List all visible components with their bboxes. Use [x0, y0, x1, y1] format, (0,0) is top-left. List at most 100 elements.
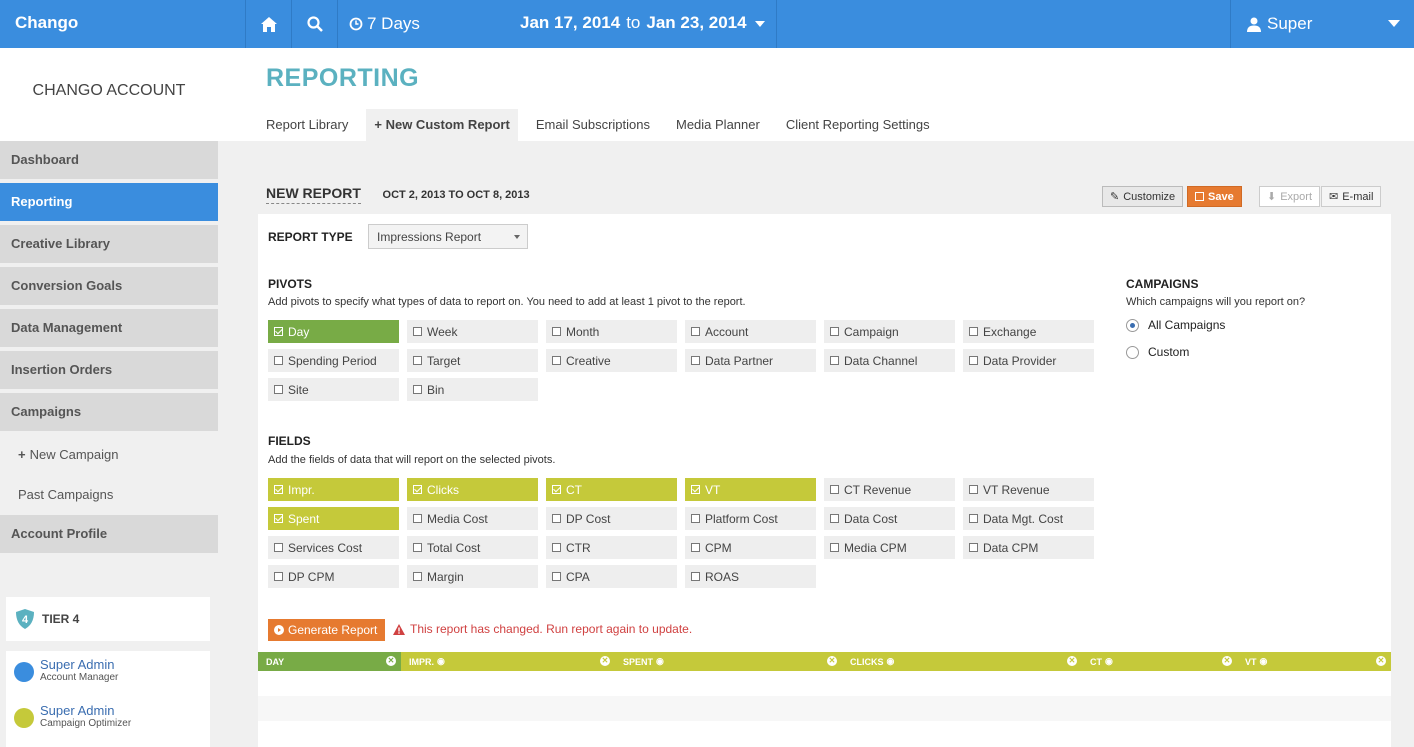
- radio-button[interactable]: [1126, 318, 1139, 332]
- sidebar-item-insertion-orders[interactable]: Insertion Orders: [0, 351, 218, 391]
- checkbox-icon[interactable]: [969, 356, 978, 365]
- checkbox-icon[interactable]: [274, 356, 283, 365]
- field-margin[interactable]: Margin: [407, 565, 538, 588]
- checkbox-icon[interactable]: [830, 327, 839, 336]
- date-range[interactable]: Jan 17, 2014 to Jan 23, 2014: [520, 13, 766, 33]
- remove-column-icon[interactable]: ✕: [386, 656, 396, 666]
- checkbox-icon[interactable]: [691, 514, 700, 523]
- checkbox-icon[interactable]: [552, 485, 561, 494]
- field-vt-revenue[interactable]: VT Revenue: [963, 478, 1094, 501]
- pivot-data-channel[interactable]: Data Channel: [824, 349, 955, 372]
- checkbox-icon[interactable]: [413, 543, 422, 552]
- pivot-week[interactable]: Week: [407, 320, 538, 343]
- brand-logo[interactable]: Chango: [15, 13, 78, 33]
- column-header-clicks[interactable]: CLICKS ◉ ✕: [842, 652, 1082, 671]
- field-media-cost[interactable]: Media Cost: [407, 507, 538, 530]
- field-data-cpm[interactable]: Data CPM: [963, 536, 1094, 559]
- field-ct-revenue[interactable]: CT Revenue: [824, 478, 955, 501]
- pivot-data-partner[interactable]: Data Partner: [685, 349, 816, 372]
- column-header-impr[interactable]: IMPR. ◉ ✕: [401, 652, 615, 671]
- checkbox-icon[interactable]: [969, 543, 978, 552]
- field-services-cost[interactable]: Services Cost: [268, 536, 399, 559]
- pivot-account[interactable]: Account: [685, 320, 816, 343]
- sidebar-item-past-campaigns[interactable]: Past Campaigns: [0, 475, 218, 515]
- checkbox-icon[interactable]: [552, 356, 561, 365]
- checkbox-icon[interactable]: [274, 327, 283, 336]
- pivot-site[interactable]: Site: [268, 378, 399, 401]
- sidebar-item-dashboard[interactable]: Dashboard: [0, 141, 218, 181]
- field-cpa[interactable]: CPA: [546, 565, 677, 588]
- export-button[interactable]: ⬇ Export: [1259, 186, 1321, 207]
- field-clicks[interactable]: Clicks: [407, 478, 538, 501]
- radio-custom[interactable]: Custom: [1126, 345, 1189, 359]
- column-header-vt[interactable]: VT ◉ ✕: [1237, 652, 1391, 671]
- search-button[interactable]: [291, 0, 337, 48]
- field-data-cost[interactable]: Data Cost: [824, 507, 955, 530]
- checkbox-icon[interactable]: [413, 485, 422, 494]
- checkbox-icon[interactable]: [274, 572, 283, 581]
- tab-client-reporting-settings[interactable]: Client Reporting Settings: [778, 109, 938, 141]
- remove-column-icon[interactable]: ✕: [1222, 656, 1232, 666]
- checkbox-icon[interactable]: [274, 543, 283, 552]
- field-impr[interactable]: Impr.: [268, 478, 399, 501]
- field-cpm[interactable]: CPM: [685, 536, 816, 559]
- checkbox-icon[interactable]: [552, 327, 561, 336]
- column-header-spent[interactable]: SPENT ◉ ✕: [615, 652, 842, 671]
- checkbox-icon[interactable]: [552, 514, 561, 523]
- sidebar-item-creative-library[interactable]: Creative Library: [0, 225, 218, 265]
- checkbox-icon[interactable]: [691, 485, 700, 494]
- checkbox-icon[interactable]: [413, 514, 422, 523]
- column-header-ct[interactable]: CT ◉ ✕: [1082, 652, 1237, 671]
- field-spent[interactable]: Spent: [268, 507, 399, 530]
- sidebar-item-new-campaign[interactable]: + New Campaign: [0, 435, 218, 475]
- tab-email-subscriptions[interactable]: Email Subscriptions: [528, 109, 658, 141]
- field-media-cpm[interactable]: Media CPM: [824, 536, 955, 559]
- report-type-select[interactable]: Impressions Report: [368, 224, 528, 249]
- pivot-campaign[interactable]: Campaign: [824, 320, 955, 343]
- sidebar-item-campaigns[interactable]: Campaigns: [0, 393, 218, 433]
- radio-button[interactable]: [1126, 345, 1139, 359]
- sidebar-item-account-profile[interactable]: Account Profile: [0, 515, 218, 555]
- generate-report-button[interactable]: Generate Report: [268, 619, 385, 641]
- pivot-target[interactable]: Target: [407, 349, 538, 372]
- checkbox-icon[interactable]: [552, 572, 561, 581]
- checkbox-icon[interactable]: [830, 485, 839, 494]
- email-button[interactable]: ✉ E-mail: [1321, 186, 1382, 207]
- pivot-exchange[interactable]: Exchange: [963, 320, 1094, 343]
- field-ctr[interactable]: CTR: [546, 536, 677, 559]
- remove-column-icon[interactable]: ✕: [1376, 656, 1386, 666]
- checkbox-icon[interactable]: [969, 514, 978, 523]
- checkbox-icon[interactable]: [413, 385, 422, 394]
- checkbox-icon[interactable]: [830, 543, 839, 552]
- pivot-day[interactable]: Day: [268, 320, 399, 343]
- sidebar-item-reporting[interactable]: Reporting: [0, 183, 218, 223]
- account-manager-card[interactable]: Super Admin Account Manager: [6, 651, 210, 697]
- tab-report-library[interactable]: Report Library: [258, 109, 356, 141]
- field-roas[interactable]: ROAS: [685, 565, 816, 588]
- checkbox-icon[interactable]: [691, 572, 700, 581]
- tab-new-custom-report[interactable]: + New Custom Report: [366, 109, 518, 141]
- remove-column-icon[interactable]: ✕: [1067, 656, 1077, 666]
- checkbox-icon[interactable]: [969, 485, 978, 494]
- radio-all-campaigns[interactable]: All Campaigns: [1126, 318, 1225, 332]
- field-dp-cpm[interactable]: DP CPM: [268, 565, 399, 588]
- pivot-spending-period[interactable]: Spending Period: [268, 349, 399, 372]
- checkbox-icon[interactable]: [274, 514, 283, 523]
- checkbox-icon[interactable]: [274, 485, 283, 494]
- customize-button[interactable]: ✎ Customize: [1102, 186, 1184, 207]
- checkbox-icon[interactable]: [691, 543, 700, 552]
- checkbox-icon[interactable]: [413, 572, 422, 581]
- checkbox-icon[interactable]: [830, 514, 839, 523]
- field-total-cost[interactable]: Total Cost: [407, 536, 538, 559]
- pivot-bin[interactable]: Bin: [407, 378, 538, 401]
- checkbox-icon[interactable]: [552, 543, 561, 552]
- checkbox-icon[interactable]: [691, 327, 700, 336]
- user-menu[interactable]: Super: [1230, 0, 1414, 48]
- checkbox-icon[interactable]: [274, 385, 283, 394]
- checkbox-icon[interactable]: [413, 356, 422, 365]
- remove-column-icon[interactable]: ✕: [827, 656, 837, 666]
- field-platform-cost[interactable]: Platform Cost: [685, 507, 816, 530]
- tab-media-planner[interactable]: Media Planner: [668, 109, 768, 141]
- pivot-month[interactable]: Month: [546, 320, 677, 343]
- checkbox-icon[interactable]: [969, 327, 978, 336]
